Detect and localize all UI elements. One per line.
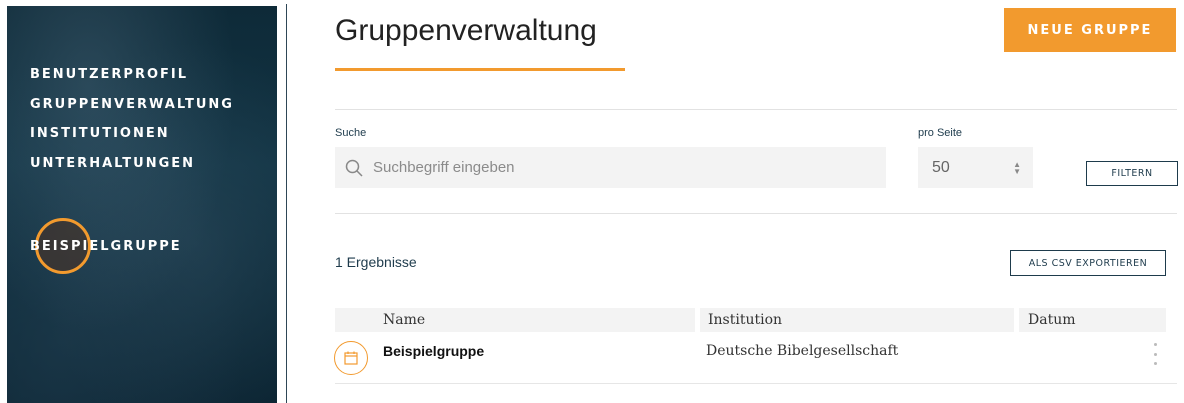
column-header-datum[interactable]: Datum [1019, 308, 1166, 332]
per-page-value: 50 [932, 158, 950, 176]
new-group-button[interactable]: NEUE GRUPPE [1004, 8, 1176, 52]
column-header-name[interactable]: Name [335, 308, 695, 332]
search-label: Suche [335, 127, 367, 139]
sidebar-item-unterhaltungen[interactable]: UNTERHALTUNGEN [30, 156, 234, 186]
per-page-select[interactable]: 50 ▲ ▼ [918, 147, 1033, 188]
divider-middle [335, 213, 1177, 214]
row-institution: Deutsche Bibelgesellschaft [706, 343, 899, 359]
search-input[interactable] [373, 152, 853, 183]
sidebar: BENUTZERPROFIL GRUPPENVERWALTUNG INSTITU… [7, 6, 277, 403]
sidebar-item-benutzerprofil[interactable]: BENUTZERPROFIL [30, 67, 234, 97]
results-count: 1 Ergebnisse [335, 254, 417, 270]
title-underline [335, 68, 625, 71]
page-title: Gruppenverwaltung [335, 14, 597, 47]
search-field[interactable] [335, 147, 886, 188]
per-page-label: pro Seite [918, 127, 963, 139]
sidebar-item-beispielgruppe[interactable]: BEISPIELGRUPPE [30, 239, 182, 255]
export-csv-button[interactable]: ALS CSV EXPORTIEREN [1010, 250, 1166, 276]
row-name[interactable]: Beispielgruppe [383, 343, 484, 359]
sidebar-nav: BENUTZERPROFIL GRUPPENVERWALTUNG INSTITU… [30, 67, 234, 185]
sidebar-divider [286, 4, 287, 403]
sidebar-item-institutionen[interactable]: INSTITUTIONEN [30, 126, 234, 156]
search-icon [345, 159, 363, 177]
filter-button[interactable]: FILTERN [1086, 161, 1178, 186]
divider-top [335, 109, 1177, 110]
select-arrows-icon: ▲ ▼ [1013, 159, 1021, 176]
row-divider [335, 383, 1177, 384]
calendar-icon [344, 351, 358, 365]
column-header-institution[interactable]: Institution [700, 308, 1014, 332]
row-icon-circle [334, 341, 368, 375]
more-vertical-icon[interactable] [1150, 343, 1160, 365]
sidebar-item-gruppenverwaltung[interactable]: GRUPPENVERWALTUNG [30, 97, 234, 127]
